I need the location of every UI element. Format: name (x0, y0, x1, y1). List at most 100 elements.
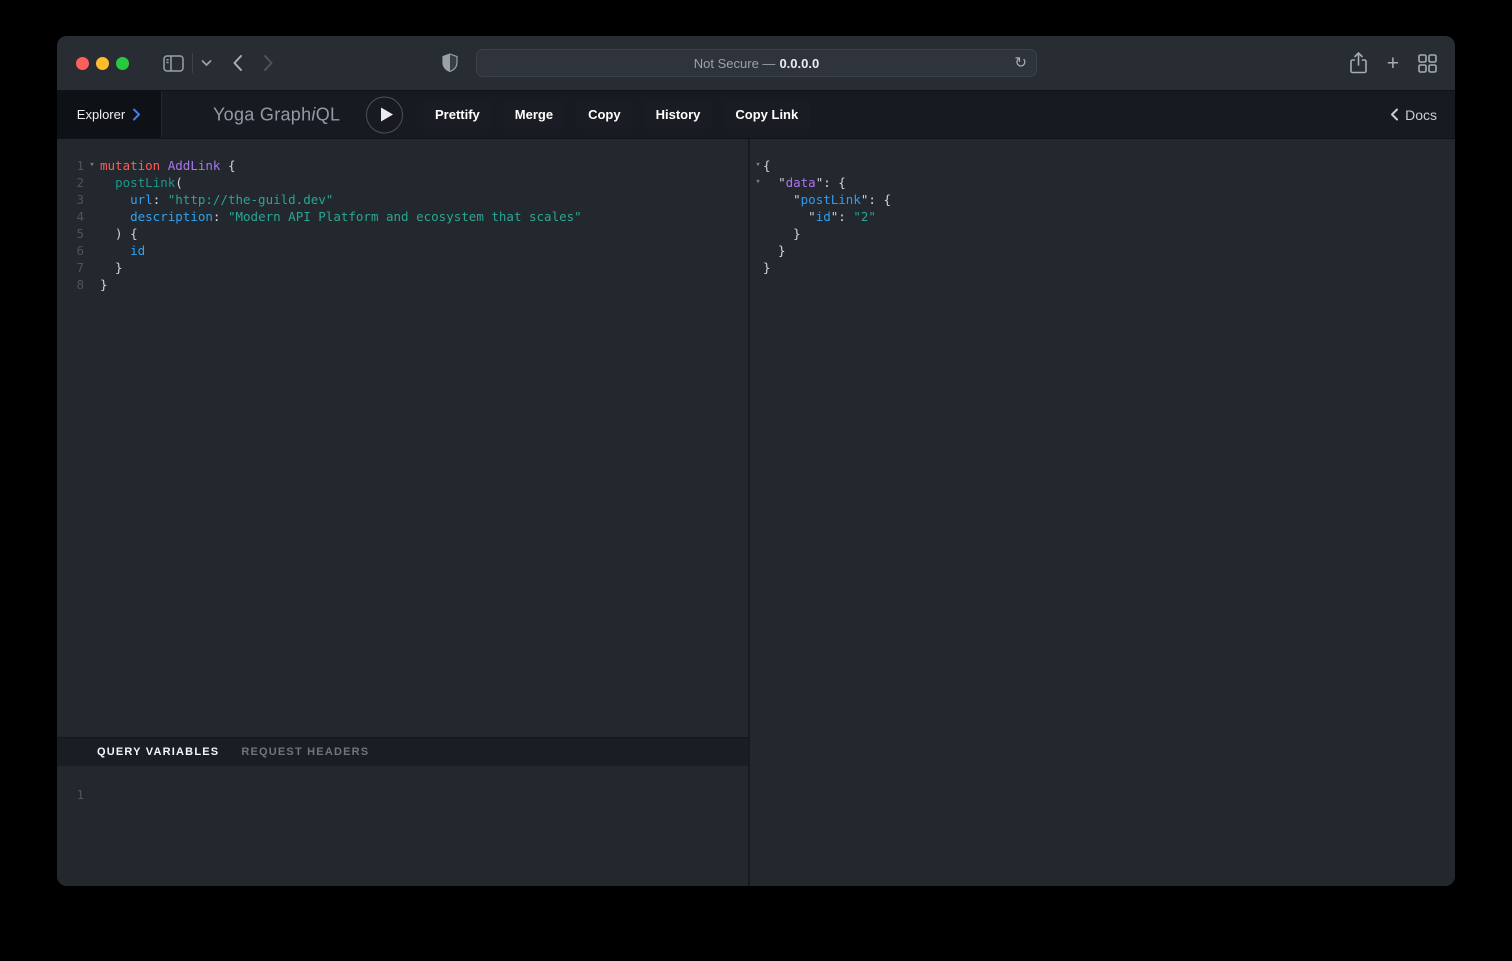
execute-query-button[interactable] (366, 96, 403, 133)
code-line: 2 postLink( (57, 174, 748, 191)
code-line: ▾{ (750, 157, 1455, 174)
fold-arrow-icon[interactable]: ▾ (750, 174, 763, 191)
privacy-shield-icon[interactable] (442, 53, 458, 73)
code-token: AddLink (168, 158, 221, 173)
code-line: 7 } (57, 259, 748, 276)
code-token: id (816, 209, 831, 224)
query-editor[interactable]: 1▾mutation AddLink {2 postLink(3 url: "h… (57, 139, 748, 737)
code-text: "postLink": { (763, 191, 891, 208)
code-token: : (838, 209, 853, 224)
zoom-window-button[interactable] (116, 57, 129, 70)
code-token: id (130, 243, 145, 258)
code-token (100, 209, 130, 224)
fold-arrow-icon[interactable]: ▾ (750, 157, 763, 174)
copy-link-button[interactable]: Copy Link (723, 101, 810, 129)
code-text: mutation AddLink { (100, 157, 236, 174)
code-token: " (778, 175, 786, 190)
code-token (763, 192, 793, 207)
variables-tab-bar: QUERY VARIABLES REQUEST HEADERS (57, 737, 748, 766)
code-token: : { (868, 192, 891, 207)
code-token: "2" (853, 209, 876, 224)
close-window-button[interactable] (76, 57, 89, 70)
result-viewer: ▾{▾ "data": { "postLink": { "id": "2" } … (750, 139, 1455, 886)
address-bar[interactable]: Not Secure — 0.0.0.0 ↻ (476, 49, 1037, 77)
code-text: description: "Modern API Platform and ec… (100, 208, 582, 225)
chrome-left-controls (76, 36, 274, 90)
tab-overview-icon[interactable] (1418, 54, 1437, 73)
docs-button[interactable]: Docs (1390, 107, 1437, 123)
play-icon (381, 108, 393, 122)
code-token: ) { (100, 226, 138, 241)
code-token: "http://the-guild.dev" (168, 192, 334, 207)
fold-spacer (84, 225, 100, 242)
code-text: } (763, 242, 786, 259)
code-token: } (100, 277, 108, 292)
fold-spacer (84, 208, 100, 225)
prettify-button[interactable]: Prettify (423, 101, 492, 129)
code-token (160, 158, 168, 173)
code-token: } (763, 243, 786, 258)
line-number: 3 (57, 191, 84, 208)
chevron-left-icon (1390, 108, 1399, 121)
sidebar-toggle-icon[interactable] (163, 55, 184, 72)
fold-spacer (84, 786, 100, 803)
code-text: } (763, 259, 771, 276)
copy-button[interactable]: Copy (576, 101, 633, 129)
fold-spacer (750, 259, 763, 276)
fold-arrow-icon[interactable]: ▾ (84, 157, 100, 174)
variables-panel: QUERY VARIABLES REQUEST HEADERS 1 (57, 737, 748, 886)
reload-icon[interactable]: ↻ (1014, 56, 1027, 71)
line-number: 8 (57, 276, 84, 293)
code-token: mutation (100, 158, 160, 173)
line-number: 1 (57, 157, 84, 174)
code-token (763, 209, 808, 224)
share-icon[interactable] (1349, 51, 1368, 75)
code-token: url (130, 192, 153, 207)
back-button-icon[interactable] (232, 54, 243, 72)
fold-spacer (84, 242, 100, 259)
url-security-label: Not Secure — (694, 56, 776, 71)
new-tab-icon[interactable]: + (1387, 53, 1399, 74)
fold-spacer (84, 259, 100, 276)
code-token: { (763, 158, 771, 173)
fold-spacer (84, 191, 100, 208)
merge-button[interactable]: Merge (503, 101, 565, 129)
fold-spacer (84, 174, 100, 191)
fold-spacer (750, 225, 763, 242)
code-line: } (750, 225, 1455, 242)
query-variables-editor[interactable]: 1 (57, 766, 748, 886)
code-text: id (100, 242, 145, 259)
explorer-label: Explorer (77, 107, 125, 122)
forward-button-icon[interactable] (263, 54, 274, 72)
fold-spacer (750, 191, 763, 208)
history-button[interactable]: History (644, 101, 713, 129)
browser-chrome: Not Secure — 0.0.0.0 ↻ + (57, 36, 1455, 91)
code-token (100, 192, 130, 207)
code-text: ) { (100, 225, 138, 242)
code-line: 3 url: "http://the-guild.dev" (57, 191, 748, 208)
code-text: url: "http://the-guild.dev" (100, 191, 333, 208)
tab-request-headers[interactable]: REQUEST HEADERS (241, 746, 369, 758)
logo-text: Yoga Graph (213, 104, 311, 124)
chrome-right-controls: + (1349, 36, 1437, 90)
code-token: : { (823, 175, 846, 190)
graphiql-topbar: Explorer Yoga GraphiQL Prettify Merge Co… (57, 91, 1455, 139)
code-token (100, 175, 115, 190)
chevron-down-icon[interactable] (201, 59, 212, 67)
minimize-window-button[interactable] (96, 57, 109, 70)
logo-text-suffix: QL (316, 104, 341, 124)
code-token: data (786, 175, 816, 190)
line-number: 2 (57, 174, 84, 191)
app-logo: Yoga GraphiQL (213, 104, 340, 125)
explorer-toggle-button[interactable]: Explorer (57, 91, 162, 138)
divider (192, 53, 193, 73)
code-text: "data": { (763, 174, 846, 191)
code-line: 4 description: "Modern API Platform and … (57, 208, 748, 225)
code-token: ( (175, 175, 183, 190)
fold-spacer (750, 242, 763, 259)
code-token (763, 175, 778, 190)
tab-query-variables[interactable]: QUERY VARIABLES (97, 746, 219, 758)
code-line: 8} (57, 276, 748, 293)
code-line: "postLink": { (750, 191, 1455, 208)
code-token: } (763, 260, 771, 275)
